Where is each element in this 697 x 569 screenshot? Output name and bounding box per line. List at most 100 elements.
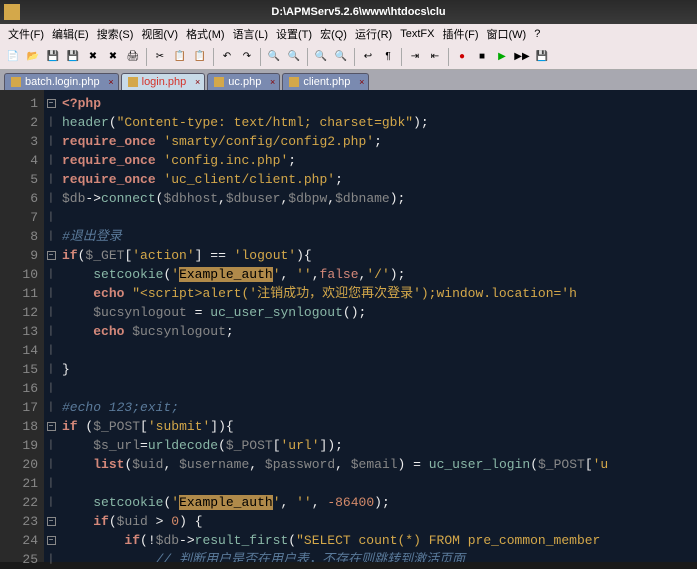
tab-close-icon[interactable]: × <box>270 77 275 87</box>
fold-column: − │││││││ − ││││││││ − ││││ − − │ <box>44 90 58 562</box>
line-number: 2 <box>0 113 38 132</box>
save-icon[interactable]: 💾 <box>44 48 62 66</box>
titlebar: D:\APMServ5.2.6\www\htdocs\clu <box>0 0 697 24</box>
menu-run[interactable]: 运行(R) <box>355 26 392 42</box>
toolbar: 📄 📂 💾 💾 ✖ ✖ 🖨 ✂ 📋 📋 ↶ ↷ 🔍 🔍 🔍 🔍 ↩ ¶ ⇥ ⇤ … <box>0 44 697 70</box>
app-icon <box>4 4 20 20</box>
tab-batch-login[interactable]: batch.login.php × <box>4 73 119 90</box>
line-number: 21 <box>0 474 38 493</box>
line-number: 13 <box>0 322 38 341</box>
menu-view[interactable]: 视图(V) <box>141 26 178 42</box>
tab-label: client.php <box>303 76 350 88</box>
line-number: 9 <box>0 246 38 265</box>
line-number: 16 <box>0 379 38 398</box>
menu-macro[interactable]: 宏(Q) <box>320 26 347 42</box>
tab-uc[interactable]: uc.php × <box>207 73 280 90</box>
line-number: 4 <box>0 151 38 170</box>
copy-icon[interactable]: 📋 <box>171 48 189 66</box>
menu-search[interactable]: 搜索(S) <box>97 26 134 42</box>
fold-icon[interactable]: − <box>47 517 56 526</box>
code-area[interactable]: <?phpheader("Content-type: text/html; ch… <box>58 90 697 562</box>
save-macro-icon[interactable]: 💾 <box>533 48 551 66</box>
fold-icon[interactable]: − <box>47 536 56 545</box>
window-title: D:\APMServ5.2.6\www\htdocs\clu <box>24 6 693 18</box>
fold-icon[interactable]: − <box>47 99 56 108</box>
line-number: 6 <box>0 189 38 208</box>
editor[interactable]: 1 2 3 4 5 6 7 8 9 10 11 12 13 14 15 16 1… <box>0 90 697 562</box>
separator <box>146 48 147 66</box>
save-all-icon[interactable]: 💾 <box>64 48 82 66</box>
tab-label: batch.login.php <box>25 76 100 88</box>
line-number: 20 <box>0 455 38 474</box>
line-number: 15 <box>0 360 38 379</box>
undo-icon[interactable]: ↶ <box>218 48 236 66</box>
line-gutter: 1 2 3 4 5 6 7 8 9 10 11 12 13 14 15 16 1… <box>0 90 44 562</box>
menu-file[interactable]: 文件(F) <box>8 26 44 42</box>
line-number: 10 <box>0 265 38 284</box>
line-number: 23 <box>0 512 38 531</box>
tab-label: login.php <box>142 76 187 88</box>
paste-icon[interactable]: 📋 <box>191 48 209 66</box>
line-number: 5 <box>0 170 38 189</box>
file-icon <box>11 77 21 87</box>
menubar: 文件(F) 编辑(E) 搜索(S) 视图(V) 格式(M) 语言(L) 设置(T… <box>0 24 697 44</box>
line-number: 1 <box>0 94 38 113</box>
line-number: 17 <box>0 398 38 417</box>
menu-lang[interactable]: 语言(L) <box>233 26 268 42</box>
new-file-icon[interactable]: 📄 <box>4 48 22 66</box>
stop-icon[interactable]: ■ <box>473 48 491 66</box>
close-all-icon[interactable]: ✖ <box>104 48 122 66</box>
separator <box>354 48 355 66</box>
tabbar: batch.login.php × login.php × uc.php × clie… <box>0 70 697 90</box>
zoom-out-icon[interactable]: 🔍 <box>332 48 350 66</box>
tab-login[interactable]: login.php × <box>121 73 206 90</box>
line-number: 25 <box>0 550 38 569</box>
line-number: 24 <box>0 531 38 550</box>
line-number: 12 <box>0 303 38 322</box>
menu-format[interactable]: 格式(M) <box>186 26 225 42</box>
separator <box>307 48 308 66</box>
separator <box>260 48 261 66</box>
replace-icon[interactable]: 🔍 <box>285 48 303 66</box>
menu-textfx[interactable]: TextFX <box>400 28 434 40</box>
fold-icon[interactable]: − <box>47 251 56 260</box>
line-number: 8 <box>0 227 38 246</box>
menu-plugins[interactable]: 插件(F) <box>442 26 478 42</box>
separator <box>213 48 214 66</box>
line-number: 11 <box>0 284 38 303</box>
menu-window[interactable]: 窗口(W) <box>487 26 527 42</box>
tab-client[interactable]: client.php × <box>282 73 369 90</box>
tab-close-icon[interactable]: × <box>108 77 113 87</box>
file-icon <box>214 77 224 87</box>
file-icon <box>289 77 299 87</box>
line-number: 7 <box>0 208 38 227</box>
zoom-in-icon[interactable]: 🔍 <box>312 48 330 66</box>
line-number: 14 <box>0 341 38 360</box>
wrap-icon[interactable]: ↩ <box>359 48 377 66</box>
tab-label: uc.php <box>228 76 261 88</box>
separator <box>401 48 402 66</box>
menu-help[interactable]: ? <box>534 28 540 40</box>
play-icon[interactable]: ▶ <box>493 48 511 66</box>
fold-icon[interactable]: − <box>47 422 56 431</box>
play-multi-icon[interactable]: ▶▶ <box>513 48 531 66</box>
menu-settings[interactable]: 设置(T) <box>276 26 312 42</box>
file-icon <box>128 77 138 87</box>
chars-icon[interactable]: ¶ <box>379 48 397 66</box>
close-icon[interactable]: ✖ <box>84 48 102 66</box>
record-icon[interactable]: ● <box>453 48 471 66</box>
line-number: 22 <box>0 493 38 512</box>
find-icon[interactable]: 🔍 <box>265 48 283 66</box>
separator <box>448 48 449 66</box>
line-number: 18 <box>0 417 38 436</box>
print-icon[interactable]: 🖨 <box>124 48 142 66</box>
indent-icon[interactable]: ⇥ <box>406 48 424 66</box>
redo-icon[interactable]: ↷ <box>238 48 256 66</box>
menu-edit[interactable]: 编辑(E) <box>52 26 89 42</box>
outdent-icon[interactable]: ⇤ <box>426 48 444 66</box>
line-number: 3 <box>0 132 38 151</box>
open-file-icon[interactable]: 📂 <box>24 48 42 66</box>
cut-icon[interactable]: ✂ <box>151 48 169 66</box>
tab-close-icon[interactable]: × <box>359 77 364 87</box>
tab-close-icon[interactable]: × <box>195 77 200 87</box>
